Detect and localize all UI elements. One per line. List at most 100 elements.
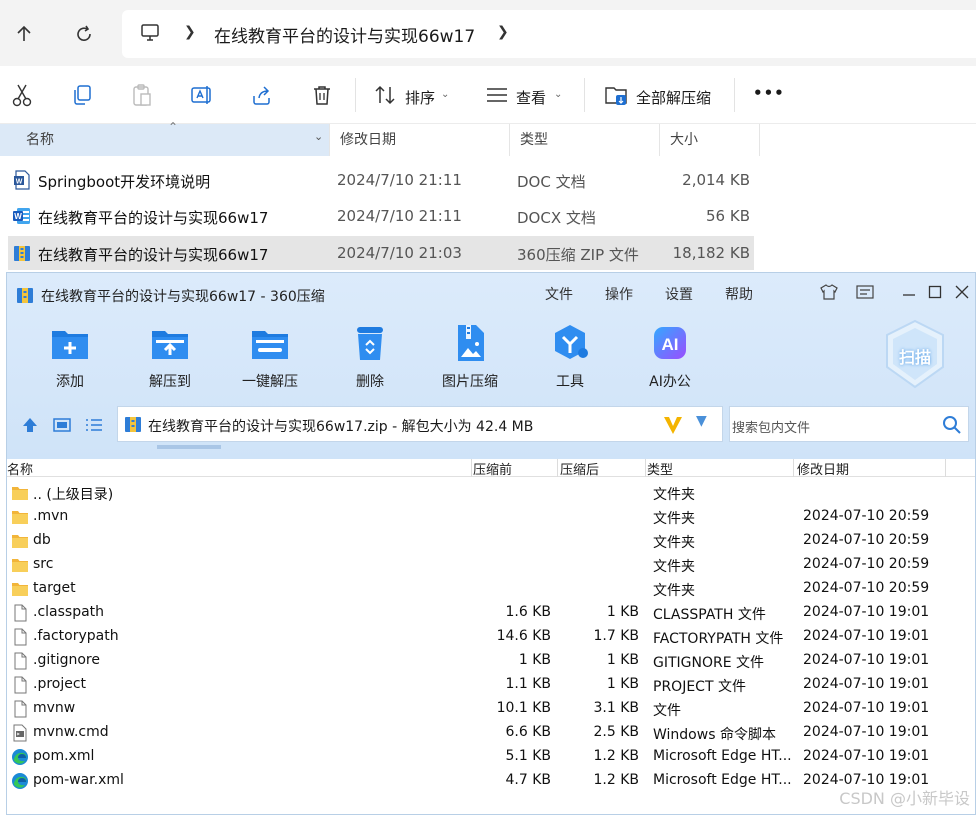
this-pc-icon[interactable]	[134, 17, 166, 49]
menu-help[interactable]: 帮助	[725, 284, 753, 304]
sort-icon[interactable]	[372, 82, 398, 108]
paste-icon	[129, 82, 155, 108]
file-icon	[11, 652, 29, 670]
tool-add[interactable]: 添加	[25, 323, 115, 393]
zip-row[interactable]: .. (上级目录) 文件夹	[7, 481, 975, 505]
zip-row-date: 2024-07-10 19:01	[803, 748, 930, 764]
zip-row[interactable]: .classpath 1.6 KB 1 KB CLASSPATH 文件 2024-07-…	[7, 601, 975, 625]
zip-row[interactable]: db 文件夹 2024-07-10 20:59	[7, 529, 975, 553]
more-options-button[interactable]: •••	[753, 84, 785, 102]
chevron-down-icon[interactable]: ▼	[696, 413, 707, 429]
zip-row-date: 2024-07-10 20:59	[803, 556, 930, 572]
sort-button[interactable]: 排序	[405, 87, 435, 108]
zip-row[interactable]: target 文件夹 2024-07-10 20:59	[7, 577, 975, 601]
extract-all-button[interactable]: 全部解压缩	[636, 87, 711, 108]
tool-delete[interactable]: 删除	[325, 323, 415, 393]
skin-icon[interactable]	[819, 282, 839, 302]
thumbnail-view-icon[interactable]	[53, 416, 71, 434]
tool-one-click-extract[interactable]: 一键解压	[225, 323, 315, 393]
menu-operation[interactable]: 操作	[605, 284, 633, 304]
tool-image-compress[interactable]: 图片压缩	[425, 323, 515, 393]
zip-row-size-after: 1.2 KB	[593, 772, 640, 788]
tool-label: 图片压缩	[442, 374, 498, 390]
zip-row-date: 2024-07-10 19:01	[803, 652, 930, 668]
scan-button[interactable]: 扫描	[883, 319, 947, 389]
copy-icon[interactable]	[69, 82, 95, 108]
word-docx-icon: W	[12, 206, 32, 226]
search-input[interactable]: 搜索包内文件	[729, 406, 969, 442]
zip-row[interactable]: .gitignore 1 KB 1 KB GITIGNORE 文件 2024-07-10…	[7, 649, 975, 673]
maximize-icon[interactable]	[925, 282, 945, 302]
chevron-down-icon[interactable]: ⌄	[554, 89, 562, 100]
rename-icon[interactable]	[189, 82, 215, 108]
chevron-down-icon[interactable]: ⌄	[441, 89, 449, 100]
file-size: 56 KB	[706, 207, 750, 225]
svg-text:W: W	[16, 179, 23, 186]
watermark: CSDN @小新毕设	[839, 789, 970, 808]
feedback-icon[interactable]	[855, 282, 875, 302]
file-row[interactable]: W 在线教育平台的设计与实现66w17 2024/7/10 21:11 DOCX…	[8, 199, 754, 233]
view-button[interactable]: 查看	[516, 87, 546, 108]
zip-window-title: 在线教育平台的设计与实现66w17 - 360压缩	[41, 289, 325, 305]
file-row[interactable]: W Springboot开发环境说明 2024/7/10 21:11 DOC 文…	[8, 163, 754, 197]
column-divider[interactable]	[645, 459, 646, 477]
column-divider[interactable]	[471, 459, 472, 477]
breadcrumb-folder[interactable]: 在线教育平台的设计与实现66w17	[214, 22, 475, 47]
zip-column-header: 名称 压缩前 压缩后 类型 修改日期	[7, 459, 975, 478]
up-arrow-icon[interactable]	[8, 18, 40, 50]
zip-row-size-before: 1.1 KB	[505, 676, 552, 692]
column-after[interactable]: 压缩后	[560, 459, 599, 478]
toolbar-separator	[734, 78, 735, 112]
zip-row-type: Windows 命令脚本	[653, 727, 776, 743]
close-icon[interactable]	[952, 282, 972, 302]
cut-icon[interactable]	[9, 82, 35, 108]
zip-toolbar-area: 在线教育平台的设计与实现66w17 - 360压缩 文件 操作 设置 帮助 添加…	[7, 273, 975, 459]
archive-path-field[interactable]: 在线教育平台的设计与实现66w17.zip - 解包大小为 42.4 MB ▼	[117, 406, 723, 442]
menu-settings[interactable]: 设置	[665, 284, 693, 304]
refresh-icon[interactable]	[68, 18, 100, 50]
minimize-icon[interactable]	[899, 282, 919, 302]
column-divider[interactable]	[945, 459, 946, 477]
trash-icon[interactable]	[309, 82, 335, 108]
list-view-icon[interactable]	[85, 416, 103, 434]
vip-badge-icon[interactable]	[662, 414, 684, 436]
column-date-label: 修改日期	[340, 132, 396, 148]
tool-ai-office[interactable]: AI AI办公	[625, 323, 715, 393]
zip-row[interactable]: pom-war.xml 4.7 KB 1.2 KB Microsoft Edge HT…	[7, 769, 975, 793]
zip-row[interactable]: mvnw 10.1 KB 3.1 KB 文件 2024-07-10 19:01	[7, 697, 975, 721]
column-before[interactable]: 压缩前	[473, 459, 512, 478]
column-size[interactable]: 大小	[660, 124, 760, 156]
tool-extract-to[interactable]: 解压到	[125, 323, 215, 393]
zip-row[interactable]: mvnw.cmd 6.6 KB 2.5 KB Windows 命令脚本 2024-07-…	[7, 721, 975, 745]
view-icon[interactable]	[484, 82, 510, 108]
extract-all-icon[interactable]	[604, 82, 630, 108]
up-level-icon[interactable]	[21, 416, 39, 434]
column-type[interactable]: 类型	[510, 124, 660, 156]
scroll-indicator	[157, 445, 221, 449]
column-name[interactable]: 名称	[0, 124, 330, 156]
column-date[interactable]: 修改日期	[330, 124, 510, 156]
zip-row-name: mvnw	[33, 700, 76, 716]
zip-row[interactable]: pom.xml 5.1 KB 1.2 KB Microsoft Edge HT... 2…	[7, 745, 975, 769]
file-size: 18,182 KB	[672, 244, 750, 262]
share-icon[interactable]	[249, 82, 275, 108]
tool-tools[interactable]: 工具	[525, 323, 615, 393]
chevron-right-icon[interactable]: ❯	[497, 24, 509, 40]
file-type: DOCX 文档	[517, 209, 596, 227]
file-row-selected[interactable]: 在线教育平台的设计与实现66w17 2024/7/10 21:03 360压缩 …	[8, 236, 754, 270]
chevron-down-icon[interactable]: ⌄	[314, 130, 323, 143]
zip-app-icon	[15, 285, 35, 305]
search-icon[interactable]	[942, 415, 962, 435]
zip-row[interactable]: .factorypath 14.6 KB 1.7 KB FACTORYPATH 文件 2…	[7, 625, 975, 649]
image-compress-icon	[450, 323, 490, 363]
column-name[interactable]: 名称	[7, 459, 33, 478]
zip-row[interactable]: .mvn 文件夹 2024-07-10 20:59	[7, 505, 975, 529]
zip-row[interactable]: .project 1.1 KB 1 KB PROJECT 文件 2024-07-10 1…	[7, 673, 975, 697]
column-type[interactable]: 类型	[647, 459, 673, 478]
column-divider[interactable]	[793, 459, 794, 477]
column-divider[interactable]	[557, 459, 558, 477]
file-icon	[11, 700, 29, 718]
zip-row[interactable]: src 文件夹 2024-07-10 20:59	[7, 553, 975, 577]
column-date[interactable]: 修改日期	[797, 459, 849, 478]
menu-file[interactable]: 文件	[545, 284, 573, 304]
